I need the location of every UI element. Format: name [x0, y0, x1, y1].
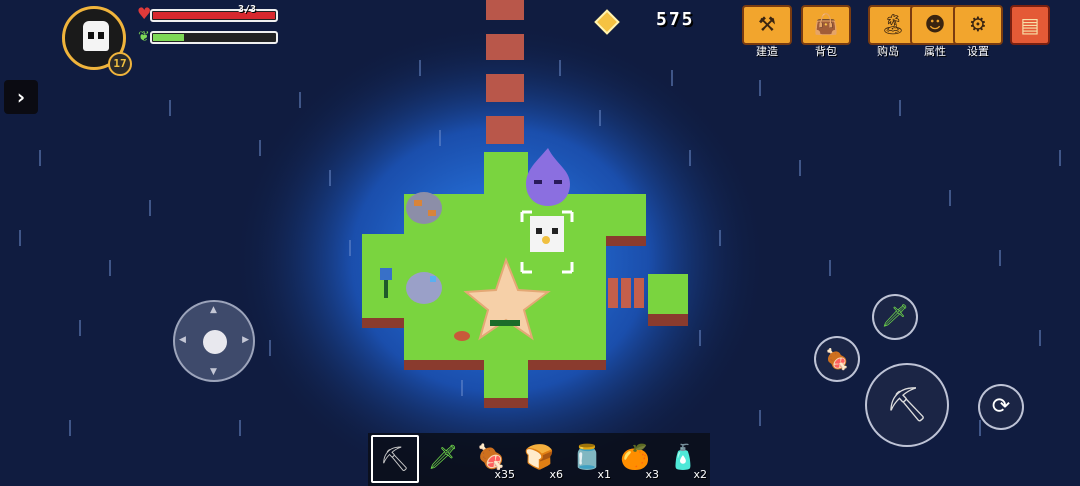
food-button[interactable]: 🍖	[814, 336, 860, 382]
build-label: 建造	[756, 45, 778, 58]
arrow-up-icon: ▲	[210, 305, 217, 315]
level-badge: 17	[108, 52, 132, 76]
hotbar-slot-count: x35	[494, 468, 515, 481]
hotbar-slot[interactable]: 🍖 x35	[467, 435, 515, 483]
settings-label: 设置	[967, 45, 989, 58]
hotbar: ⛏ 🗡 🍖 x35 🍞 x6 🫙 x1 🍊 x3 🧴 x2	[368, 433, 710, 486]
joystick-knob[interactable]	[203, 330, 227, 354]
gear-icon: ⚙	[969, 12, 987, 36]
hotbar-slot[interactable]: 🗡	[419, 435, 467, 483]
energy-bar	[150, 31, 278, 44]
weapon-button[interactable]: 🗡	[872, 294, 918, 340]
hotbar-slot-count: x1	[597, 468, 611, 481]
hammer-icon: ⚒	[758, 12, 776, 36]
dodge-roll-button[interactable]: ⟳	[978, 384, 1024, 430]
expand-panel-button[interactable]: ›	[4, 80, 38, 114]
meat-icon: 🍖	[824, 347, 850, 371]
sword-icon: 🗡	[427, 443, 459, 471]
hotbar-slot-count: x3	[645, 468, 659, 481]
pickaxe-icon: ⛏	[885, 385, 929, 425]
stats-icon: ☻	[924, 12, 946, 36]
build-button[interactable]: ⚒	[742, 5, 792, 45]
map-icon: ▤	[1020, 13, 1040, 37]
hotbar-slot[interactable]: 🍊 x3	[611, 435, 659, 483]
stone-rock	[406, 272, 442, 304]
health-bar-fill	[153, 12, 275, 19]
dodge-roll-icon: ⟳	[991, 394, 1011, 419]
health-bar	[150, 9, 278, 22]
coin-count: 575	[656, 9, 695, 30]
backpack-button[interactable]: 👜	[801, 5, 851, 45]
settings-button[interactable]: ⚙	[953, 5, 1003, 45]
buy-island-label: 购岛	[877, 45, 899, 58]
arrow-left-icon: ◀	[179, 335, 186, 345]
hotbar-slot-count: x6	[549, 468, 563, 481]
sword-icon: 🗡	[881, 304, 909, 329]
pickaxe-icon: ⛏	[379, 445, 411, 473]
arrow-right-icon: ▶	[242, 335, 249, 345]
iron-rock	[406, 192, 442, 224]
hotbar-slot[interactable]: ⛏	[371, 435, 419, 483]
hotbar-slot-count: x2	[693, 468, 707, 481]
hotbar-slot[interactable]: 🫙 x1	[563, 435, 611, 483]
attack-button[interactable]: ⛏	[865, 363, 949, 447]
backpack-label: 背包	[815, 45, 837, 58]
energy-icon: ❦	[138, 29, 150, 45]
arrow-down-icon: ▼	[210, 367, 217, 377]
map-button[interactable]: ▤	[1010, 5, 1050, 45]
bag-icon: 👜	[813, 12, 839, 36]
movement-joystick[interactable]: ▲ ▼ ◀ ▶	[173, 300, 255, 382]
skull-avatar-icon	[83, 21, 109, 51]
chevron-right-icon: ›	[16, 85, 26, 109]
bridge-east	[608, 278, 644, 308]
hotbar-slot[interactable]: 🧴 x2	[659, 435, 707, 483]
health-text: 3/3	[238, 4, 257, 15]
beet-sprout	[454, 331, 470, 341]
hotbar-slot[interactable]: 🍞 x6	[515, 435, 563, 483]
energy-bar-fill	[153, 34, 184, 41]
